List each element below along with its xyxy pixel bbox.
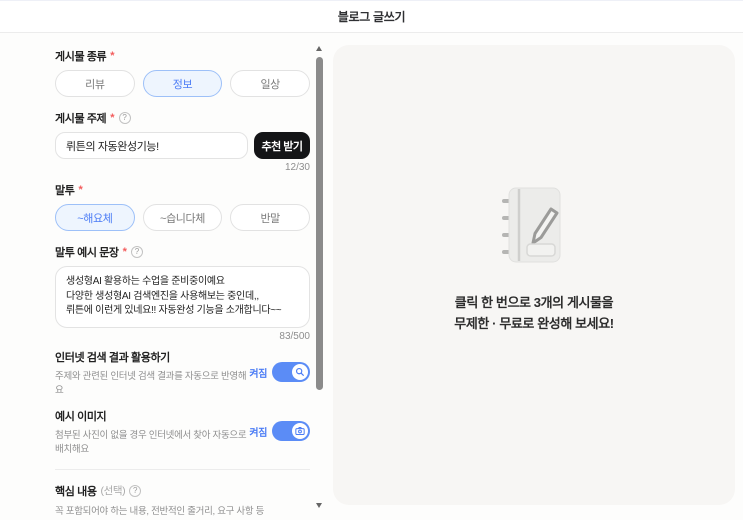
topic-label-row: 게시물 주제 * (55, 110, 310, 126)
section-divider (55, 468, 310, 470)
page-title: 블로그 글쓰기 (337, 10, 406, 24)
internet-search-toggle-row: 인터넷 검색 결과 활용하기 주제와 관련된 인터넷 검색 결과를 자동으로 반… (55, 349, 310, 396)
preview-message-line2: 무제한 · 무료로 완성해 보세요! (454, 315, 614, 331)
example-image-toggle-row: 예시 이미지 첨부된 사진이 없을 경우 인터넷에서 찾아 자동으로 배치해요 … (55, 408, 310, 455)
tone-options: ~해요체 ~습니다체 반말 (55, 204, 311, 231)
help-icon[interactable] (129, 484, 142, 497)
internet-search-toggle-group: 켜짐 (249, 362, 310, 382)
blog-writing-app: 블로그 글쓰기 게시물 종류 * 리뷰 정보 일상 게시물 주제 * 추천 받기… (0, 0, 743, 520)
topic-row: 추천 받기 (55, 132, 310, 159)
recommend-button[interactable]: 추천 받기 (254, 132, 310, 159)
tone-example-label: 말투 예시 문장 (55, 247, 119, 259)
example-image-texts: 예시 이미지 첨부된 사진이 없을 경우 인터넷에서 찾아 자동으로 배치해요 (55, 408, 249, 455)
required-mark: * (78, 184, 83, 196)
blog-form: 게시물 종류 * 리뷰 정보 일상 게시물 주제 * 추천 받기 12/30 말… (55, 42, 311, 520)
help-icon[interactable] (118, 112, 131, 124)
toggle-state-label: 켜짐 (249, 427, 267, 439)
tone-option-haeyo[interactable]: ~해요체 (55, 204, 135, 231)
post-type-label: 게시물 종류 (55, 51, 107, 63)
toggle-state-label: 켜짐 (249, 368, 267, 380)
example-image-desc: 첨부된 사진이 없을 경우 인터넷에서 찾아 자동으로 배치해요 (55, 429, 247, 455)
topic-label: 게시물 주제 (55, 113, 107, 125)
search-icon (292, 364, 308, 380)
post-type-option-review[interactable]: 리뷰 (55, 70, 135, 97)
post-type-option-info[interactable]: 정보 (142, 70, 223, 97)
required-mark: * (110, 50, 115, 62)
preview-message: 클릭 한 번으로 3개의 게시물을 무제한 · 무료로 완성해 보세요! (454, 293, 614, 335)
topic-input[interactable] (55, 132, 248, 159)
scroll-down-icon[interactable] (316, 503, 322, 508)
internet-search-texts: 인터넷 검색 결과 활용하기 주제와 관련된 인터넷 검색 결과를 자동으로 반… (55, 349, 249, 396)
internet-search-title: 인터넷 검색 결과 활용하기 (55, 351, 170, 364)
preview-message-line1: 클릭 한 번으로 3개의 게시물을 (454, 294, 614, 310)
key-content-label: 핵심 내용 (55, 485, 97, 498)
preview-panel: 클릭 한 번으로 3개의 게시물을 무제한 · 무료로 완성해 보세요! (333, 45, 735, 505)
form-scrollbar[interactable] (314, 44, 324, 510)
key-content-label-row: 핵심 내용 (선택) (55, 483, 310, 499)
tone-example-label-row: 말투 예시 문장 * (55, 244, 310, 260)
internet-search-desc: 주제와 관련된 인터넷 검색 결과를 자동으로 반영해요 (55, 370, 247, 396)
header: 블로그 글쓰기 (0, 0, 743, 33)
key-content-helper: 꼭 포함되어야 하는 내용, 전반적인 줄거리, 요구 사항 등 (55, 505, 265, 517)
internet-search-toggle[interactable] (272, 362, 310, 382)
scrollbar-thumb[interactable] (315, 57, 323, 390)
help-icon[interactable] (130, 246, 143, 258)
tone-option-banmal[interactable]: 반말 (230, 204, 311, 231)
required-mark: * (110, 112, 115, 124)
post-type-label-row: 게시물 종류 * (55, 48, 310, 64)
camera-icon (292, 423, 308, 439)
tone-example-textarea[interactable]: 생성형AI 활용하는 수업을 준비중이예요 다양한 생성형AI 검색엔진을 사용… (55, 266, 310, 328)
scroll-up-icon[interactable] (316, 46, 322, 51)
notebook-pencil-icon (502, 186, 566, 269)
example-image-toggle-group: 켜짐 (249, 421, 310, 441)
topic-counter: 12/30 (284, 162, 310, 173)
tone-option-seumnida[interactable]: ~습니다체 (142, 204, 223, 231)
optional-mark: (선택) (100, 485, 126, 497)
tone-example-counter: 83/500 (279, 330, 310, 342)
post-type-option-daily[interactable]: 일상 (230, 70, 311, 97)
example-image-toggle[interactable] (272, 421, 310, 441)
post-type-options: 리뷰 정보 일상 (55, 70, 311, 97)
tone-label: 말투 (55, 185, 75, 197)
required-mark: * (122, 246, 127, 258)
example-image-title: 예시 이미지 (55, 410, 107, 423)
tone-label-row: 말투 * (55, 182, 310, 198)
